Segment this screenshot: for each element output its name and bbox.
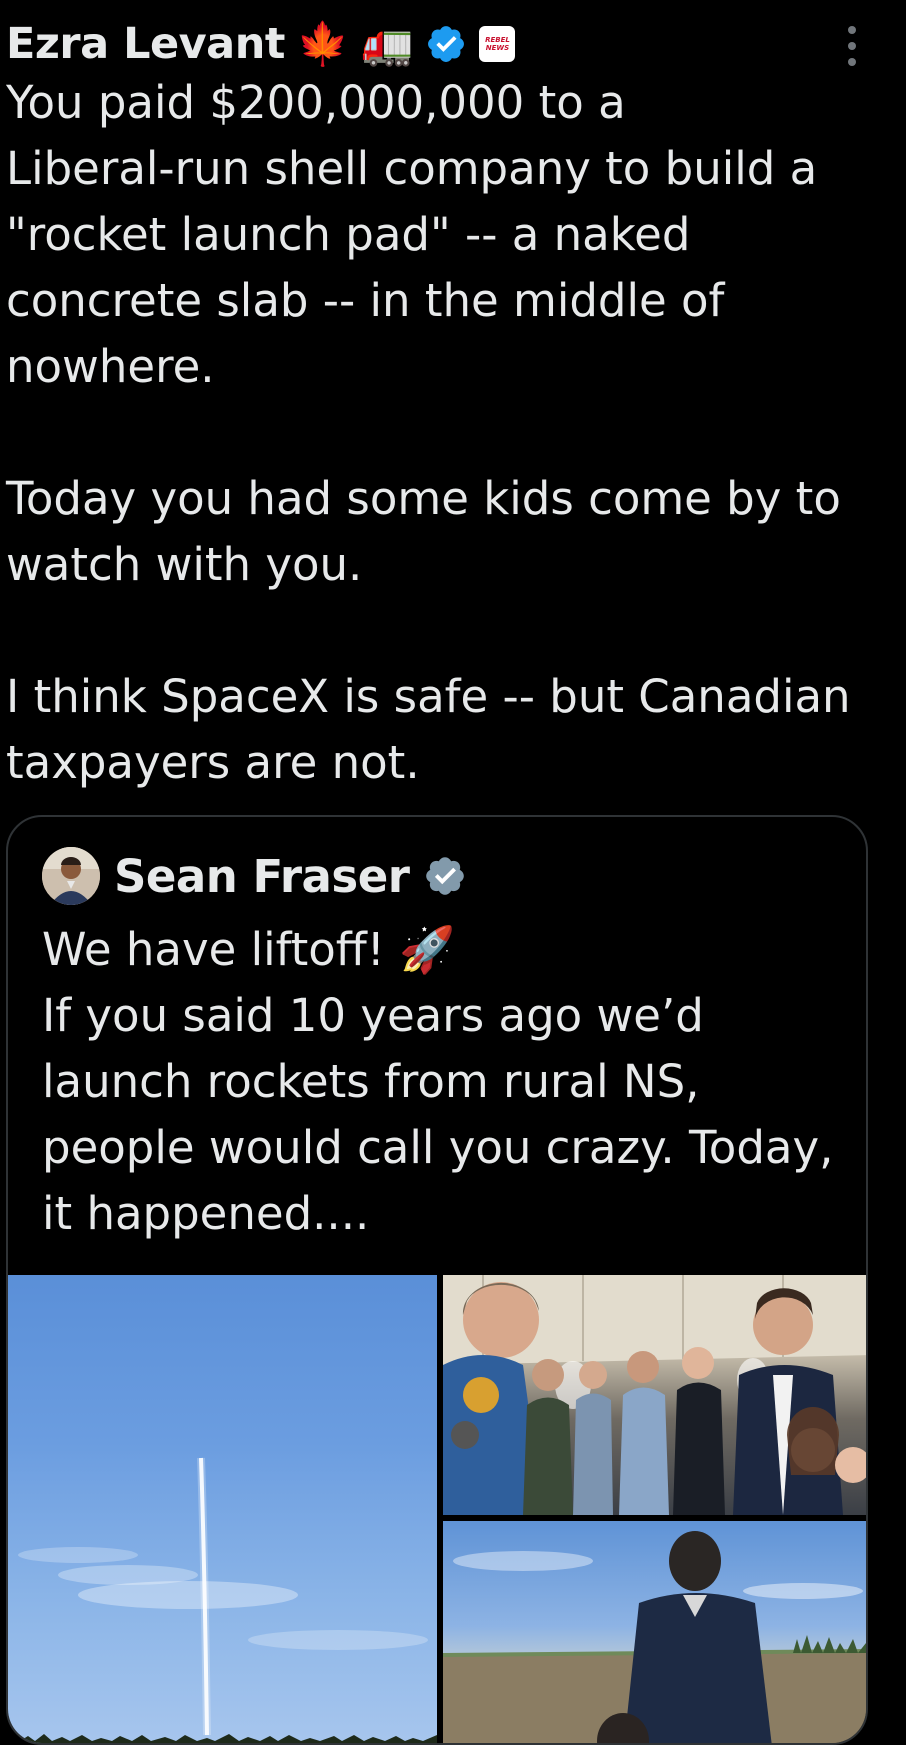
quoted-post-card[interactable]: Sean Fraser We have liftoff! 🚀 If you sa… xyxy=(6,815,868,1745)
badge-text-news: NEWS xyxy=(485,44,510,52)
quote-line: it happened.... xyxy=(42,1187,370,1240)
field-image xyxy=(443,1531,866,1743)
verified-badge-icon[interactable] xyxy=(425,23,467,65)
media-grid xyxy=(8,1275,866,1743)
author-name[interactable]: Ezra Levant xyxy=(6,19,285,69)
quote-author-name[interactable]: Sean Fraser xyxy=(114,850,410,903)
rocket-launch-photo[interactable] xyxy=(8,1275,437,1743)
post-header: Ezra Levant 🍁 🚛 REBEL NEWS xyxy=(6,14,516,74)
more-dot xyxy=(848,58,856,66)
crowd-image xyxy=(443,1275,866,1515)
field-photo[interactable] xyxy=(443,1521,866,1743)
more-dot xyxy=(848,42,856,50)
truck-emoji-icon: 🚛 xyxy=(361,19,414,68)
maple-leaf-emoji-icon: 🍁 xyxy=(296,19,350,68)
avatar-image xyxy=(42,847,100,905)
quote-line: launch rockets from rural NS, xyxy=(42,1055,700,1108)
rebel-news-affiliation-badge[interactable]: REBEL NEWS xyxy=(479,26,516,62)
quote-line: We have liftoff! 🚀 xyxy=(42,923,456,976)
quote-header: Sean Fraser xyxy=(42,847,467,905)
verified-grey-badge-icon[interactable] xyxy=(423,854,467,898)
quote-line: If you said 10 years ago we’d xyxy=(42,989,704,1042)
quote-line: people would call you crazy. Today, xyxy=(42,1121,834,1174)
more-dot xyxy=(848,26,856,34)
rocket-launch-image xyxy=(8,1457,437,1743)
avatar[interactable] xyxy=(42,847,100,905)
crowd-photo[interactable] xyxy=(443,1275,866,1515)
quote-text: We have liftoff! 🚀 If you said 10 years … xyxy=(42,917,842,1247)
badge-text-rebel: REBEL xyxy=(485,36,510,44)
more-options-icon[interactable] xyxy=(846,26,858,66)
post-text: You paid $200,000,000 to a Liberal-run s… xyxy=(6,76,851,789)
